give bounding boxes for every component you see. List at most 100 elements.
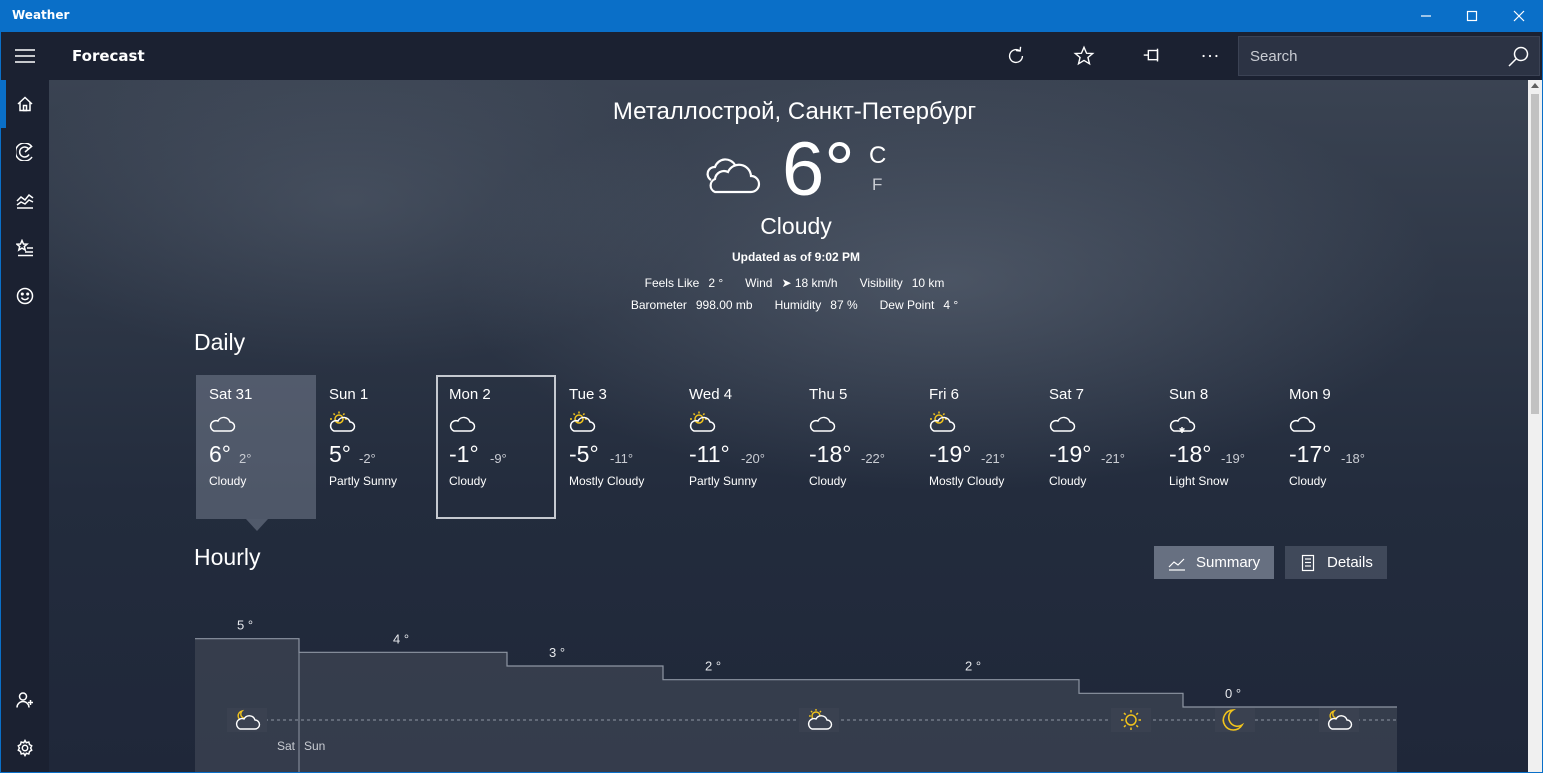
day-divider-label: Sat [277,739,296,753]
day-condition: Cloudy [1049,474,1087,488]
more-icon [1202,54,1218,58]
daily-card-0[interactable]: Sat 31 6° 2° Cloudy [196,375,316,531]
day-name: Sun 1 [329,386,369,403]
day-condition: Partly Sunny [329,474,398,488]
detail-feels-like: Feels Like 2 ° [644,276,724,290]
day-condition: Cloudy [809,474,847,488]
partly-cloudy-night-icon [1319,708,1359,732]
detail-barometer: Barometer 998.00 mb [630,298,753,312]
day-condition: Cloudy [449,474,487,488]
partly-sunny-icon [929,411,956,432]
details-label: Details [1327,554,1373,571]
unit-fahrenheit-toggle[interactable]: F [872,175,882,195]
partly-sunny-icon [689,411,716,432]
search-box [1238,36,1540,76]
day-icon [1168,411,1196,437]
current-condition: Cloudy [760,213,832,239]
hamburger-icon [15,49,35,63]
app-bar: Forecast [1,32,1542,80]
favorite-button[interactable] [1060,32,1108,80]
vertical-scrollbar[interactable] [1528,80,1542,772]
day-high-temp: -18° [809,441,852,467]
more-options-button[interactable] [1186,32,1234,80]
document-list-icon [1301,554,1315,571]
detail-visibility: Visibility 10 km [859,276,945,290]
hourly-temperature-chart: Sat Sun 5 ° 4 ° 3 ° 2 ° 2 ° 0 ° [195,618,1397,772]
close-button[interactable] [1496,0,1542,32]
add-person-icon [16,692,33,708]
scroll-up-arrow-icon[interactable] [1531,83,1539,88]
detail-humidity: Humidity 87 % [774,298,858,312]
sidebar-item-historical[interactable] [1,176,49,224]
day-low-temp: -21° [981,451,1005,466]
day-icon [568,411,596,437]
maximize-button[interactable] [1449,0,1495,32]
day-low-temp: -19° [1221,451,1245,466]
day-icon [448,411,476,437]
day-name: Tue 3 [569,386,607,403]
search-input[interactable] [1239,37,1501,75]
daily-card-5[interactable]: Thu 5 -18° -22° Cloudy [796,375,916,519]
sidebar-item-places[interactable] [1,224,49,272]
close-icon [1513,10,1525,22]
day-high-temp: 6° [209,441,231,467]
updated-time: Updated as of 9:02 PM [731,250,861,264]
search-icon[interactable] [1507,45,1531,69]
partly-sunny-icon [569,411,596,432]
hourly-temp-label: 4 ° [393,631,409,646]
day-condition: Cloudy [209,474,247,488]
day-low-temp: 2° [239,451,252,466]
sidebar-item-news[interactable] [1,272,49,320]
sidebar-item-account[interactable] [1,676,49,724]
location-name: Металлострой, Санкт-Петербург [612,98,977,125]
day-low-temp: -20° [741,451,765,466]
hourly-temp-label: 5 ° [237,618,253,633]
day-icon [1288,411,1316,437]
maximize-icon [1466,10,1478,22]
daily-card-8[interactable]: Sun 8 -18° -19° Light Snow [1156,375,1276,519]
daily-card-2[interactable]: Mon 2 -1° -9° Cloudy [436,375,556,519]
day-low-temp: -22° [861,451,885,466]
day-condition: Mostly Cloudy [569,474,645,488]
day-divider-label: Sun [304,739,325,753]
daily-card-6[interactable]: Fri 6 -19° -21° Mostly Cloudy [916,375,1036,519]
day-high-temp: -11° [689,441,730,467]
day-low-temp: -2° [359,451,376,466]
daily-card-1[interactable]: Sun 1 5° -2° Partly Sunny [316,375,436,519]
day-name: Sun 8 [1169,386,1209,403]
page-title: Forecast [72,47,145,65]
details-view-button[interactable]: Details [1285,546,1387,579]
day-icon [808,411,836,437]
day-low-temp: -18° [1341,451,1365,466]
day-high-temp: -19° [1049,441,1092,467]
hamburger-menu-button[interactable] [1,32,49,80]
daily-card-4[interactable]: Wed 4 -11° -20° Partly Sunny [676,375,796,519]
sidebar-item-maps[interactable] [1,128,49,176]
day-name: Fri 6 [929,386,959,403]
cloudy-icon [706,158,761,194]
minimize-button[interactable] [1403,0,1449,32]
daily-card-7[interactable]: Sat 7 -19° -21° Cloudy [1036,375,1156,519]
day-high-temp: -19° [929,441,972,467]
scrollbar-thumb[interactable] [1531,94,1539,414]
cloudy-icon [809,416,836,432]
smiley-icon [16,287,34,305]
hourly-temp-label: 3 ° [549,645,565,660]
pin-button[interactable] [1128,32,1176,80]
favorites-list-icon [16,239,33,257]
daily-card-3[interactable]: Tue 3 -5° -11° Mostly Cloudy [556,375,676,519]
sidebar-item-settings[interactable] [1,724,49,772]
daily-card-9[interactable]: Mon 9 -17° -18° Cloudy [1276,375,1396,519]
summary-view-button[interactable]: Summary [1154,546,1275,579]
unit-celsius-toggle[interactable]: C [869,142,886,170]
sidebar [1,80,49,772]
minimize-icon [1421,15,1431,17]
day-low-temp: -21° [1101,451,1125,466]
refresh-button[interactable] [992,32,1040,80]
summary-label: Summary [1196,554,1261,571]
chart-icon [16,193,34,209]
sidebar-item-forecast[interactable] [1,80,49,128]
day-low-temp: -11° [610,451,634,466]
window-title: Weather [12,8,70,22]
current-temperature: 6° [782,127,855,212]
